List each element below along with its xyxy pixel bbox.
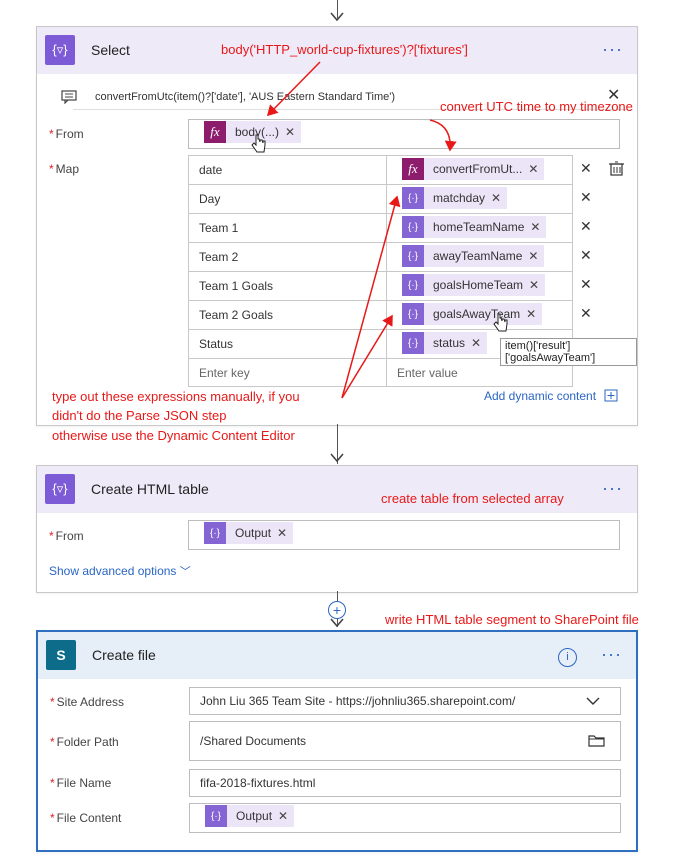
annotation-arrows	[266, 61, 457, 399]
hand-cursor-icon	[251, 134, 266, 153]
hand-cursor-icon	[493, 313, 508, 332]
